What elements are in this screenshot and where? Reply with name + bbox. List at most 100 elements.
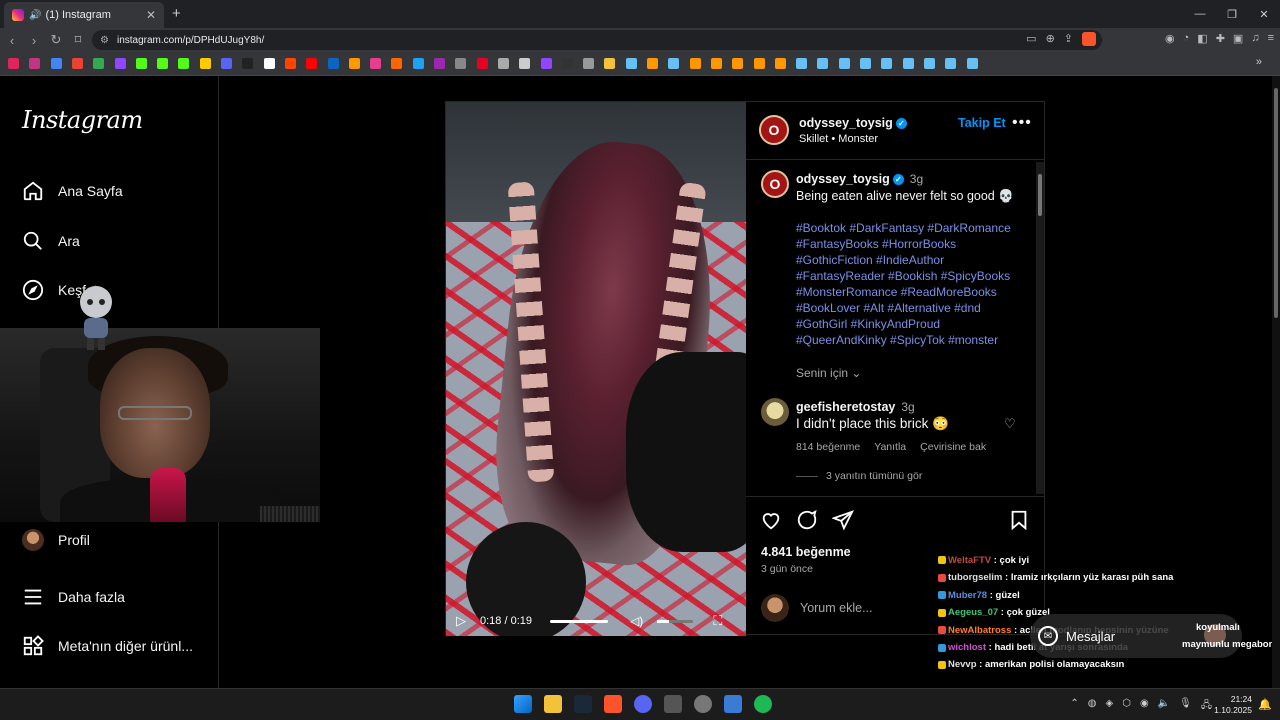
app-icon[interactable]	[724, 695, 742, 713]
music-icon[interactable]: ♫	[1251, 32, 1259, 45]
bookmark-favicon-icon[interactable]	[796, 58, 808, 69]
reply-button[interactable]: Yanıtla	[874, 441, 906, 453]
bookmark-favicon-icon[interactable]	[8, 58, 19, 69]
post-video[interactable]: ▷ 0:18 / 0:19 ◁) ⛶	[446, 102, 746, 636]
bookmark-favicon-icon[interactable]	[412, 58, 424, 69]
sidebar-item-search[interactable]: Ara	[22, 230, 80, 252]
caption-username[interactable]: odyssey_toysig ✓ 3g	[796, 172, 923, 186]
view-replies-button[interactable]: 3 yanıtın tümünü gör	[796, 470, 922, 482]
brave-icon[interactable]	[604, 695, 622, 713]
commenter-avatar[interactable]	[761, 398, 789, 426]
chat-username[interactable]: Muber78	[948, 590, 987, 601]
bookmark-favicon-icon[interactable]	[50, 58, 62, 69]
bookmark-favicon-icon[interactable]	[774, 58, 786, 69]
speaker-icon[interactable]: 🔊	[29, 10, 41, 21]
windows-start-icon[interactable]	[514, 695, 532, 713]
translate-button[interactable]: Çevirisine bak	[920, 441, 986, 453]
system-clock[interactable]: 21:24 1.10.2025	[1214, 694, 1252, 716]
chat-username[interactable]: tuborgselim	[948, 572, 1002, 583]
minimize-button[interactable]: —	[1184, 0, 1216, 28]
author-avatar[interactable]: O	[761, 170, 789, 198]
steam-tray-icon[interactable]: ◉	[1140, 698, 1149, 715]
microphone-icon[interactable]: 🎙	[1179, 698, 1192, 715]
bookmark-favicon-icon[interactable]	[838, 58, 850, 69]
close-window-button[interactable]: ✕	[1248, 0, 1280, 28]
bookmark-favicon-icon[interactable]	[710, 58, 722, 69]
app-icon[interactable]	[664, 695, 682, 713]
zoom-icon[interactable]: ⊕	[1046, 32, 1055, 46]
commenter-username[interactable]: geefisheretostay 3g	[796, 400, 915, 414]
bookmark-favicon-icon[interactable]	[434, 58, 445, 69]
maximize-button[interactable]: ❐	[1216, 0, 1248, 28]
author-avatar[interactable]: O	[759, 115, 789, 145]
more-options-icon[interactable]: •••	[1012, 114, 1032, 132]
messages-button[interactable]: ✉ Mesajlar	[1030, 614, 1242, 658]
bookmark-icon[interactable]	[1008, 509, 1030, 531]
bookmark-favicon-icon[interactable]	[625, 58, 637, 69]
bookmark-favicon-icon[interactable]	[902, 58, 914, 69]
bookmark-favicon-icon[interactable]	[370, 58, 382, 69]
bookmark-favicon-icon[interactable]	[561, 58, 573, 69]
tray-app-icon[interactable]: ◈	[1106, 698, 1114, 715]
heart-icon[interactable]: ♡	[1004, 416, 1016, 432]
bookmark-favicon-icon[interactable]	[689, 58, 701, 69]
bookmark-favicon-icon[interactable]	[199, 58, 211, 69]
bookmark-favicon-icon[interactable]	[348, 58, 360, 69]
bookmark-favicon-icon[interactable]	[263, 58, 275, 69]
instagram-logo[interactable]: Instagram	[22, 106, 143, 134]
bookmark-favicon-icon[interactable]	[604, 58, 616, 69]
bookmark-favicon-icon[interactable]	[519, 58, 531, 69]
chat-username[interactable]: Nevvp	[948, 659, 977, 670]
bookmark-favicon-icon[interactable]	[327, 58, 339, 69]
bookmark-favicon-icon[interactable]	[583, 58, 595, 69]
chat-username[interactable]: wichlost	[948, 642, 986, 653]
sidebar-item-meta[interactable]: Meta'nın diğer ürünl...	[22, 635, 193, 657]
page-scrollbar[interactable]	[1272, 76, 1280, 688]
bookmark-favicon-icon[interactable]	[71, 58, 83, 69]
bookmark-favicon-icon[interactable]	[668, 58, 680, 69]
chat-username[interactable]: Aegeus_07	[948, 607, 998, 618]
bookmark-favicon-icon[interactable]	[860, 58, 871, 69]
bookmark-favicon-icon[interactable]	[476, 58, 488, 69]
for-you-dropdown[interactable]: Senin için ⌄	[796, 366, 861, 380]
bookmark-icon[interactable]: ⌑	[68, 32, 88, 48]
bookmark-favicon-icon[interactable]	[540, 58, 552, 69]
chat-username[interactable]: NewAlbatross	[948, 625, 1011, 636]
likes-count[interactable]: 4.841 beğenme	[761, 545, 851, 559]
volume-slider[interactable]	[657, 619, 694, 623]
comments-scroll[interactable]: O odyssey_toysig ✓ 3g Being eaten alive ne…	[746, 160, 1044, 496]
bookmark-favicon-icon[interactable]	[242, 58, 254, 69]
bookmark-favicon-icon[interactable]	[497, 58, 509, 69]
sidebar-item-more[interactable]: Daha fazla	[22, 586, 125, 608]
chevron-up-icon[interactable]: ⌃	[1070, 698, 1078, 715]
bookmark-favicon-icon[interactable]	[732, 58, 744, 69]
comment-likes[interactable]: 814 beğenme	[796, 441, 860, 453]
reload-button[interactable]: ↻	[46, 32, 66, 48]
sidebar-icon[interactable]: ▣	[1233, 32, 1243, 45]
file-explorer-icon[interactable]	[544, 695, 562, 713]
bookmark-favicon-icon[interactable]	[114, 58, 126, 69]
discord-icon[interactable]	[634, 695, 652, 713]
follow-button[interactable]: Takip Et	[958, 116, 1006, 130]
menu-icon[interactable]: ≡	[1268, 32, 1274, 45]
bookmark-favicon-icon[interactable]	[178, 58, 190, 69]
heart-icon[interactable]	[760, 509, 782, 531]
cast-icon[interactable]: ▭	[1026, 32, 1036, 46]
bookmark-favicon-icon[interactable]	[923, 58, 935, 69]
share-icon[interactable]: ⇪	[1064, 32, 1073, 46]
bookmark-favicon-icon[interactable]	[93, 58, 105, 69]
extension-icon[interactable]: ◔	[1183, 32, 1190, 45]
url-bar[interactable]: ⚙ instagram.com/p/DPHdUJugY8h/	[92, 30, 1102, 50]
bookmark-favicon-icon[interactable]	[221, 58, 232, 69]
extension-icon[interactable]: ◉	[1165, 32, 1175, 45]
bookmark-favicon-icon[interactable]	[135, 58, 147, 69]
bookmark-favicon-icon[interactable]	[29, 58, 41, 69]
bookmark-favicon-icon[interactable]	[391, 58, 403, 69]
bookmark-favicon-icon[interactable]	[881, 58, 893, 69]
steam-icon[interactable]	[574, 695, 592, 713]
audio-track[interactable]: Skillet • Monster	[799, 133, 878, 145]
fullscreen-icon[interactable]: ⛶	[713, 613, 722, 629]
volume-icon[interactable]: ◁)	[630, 614, 643, 628]
brave-shield-icon[interactable]	[1082, 32, 1096, 46]
chat-username[interactable]: WeltaFTV	[948, 555, 991, 566]
